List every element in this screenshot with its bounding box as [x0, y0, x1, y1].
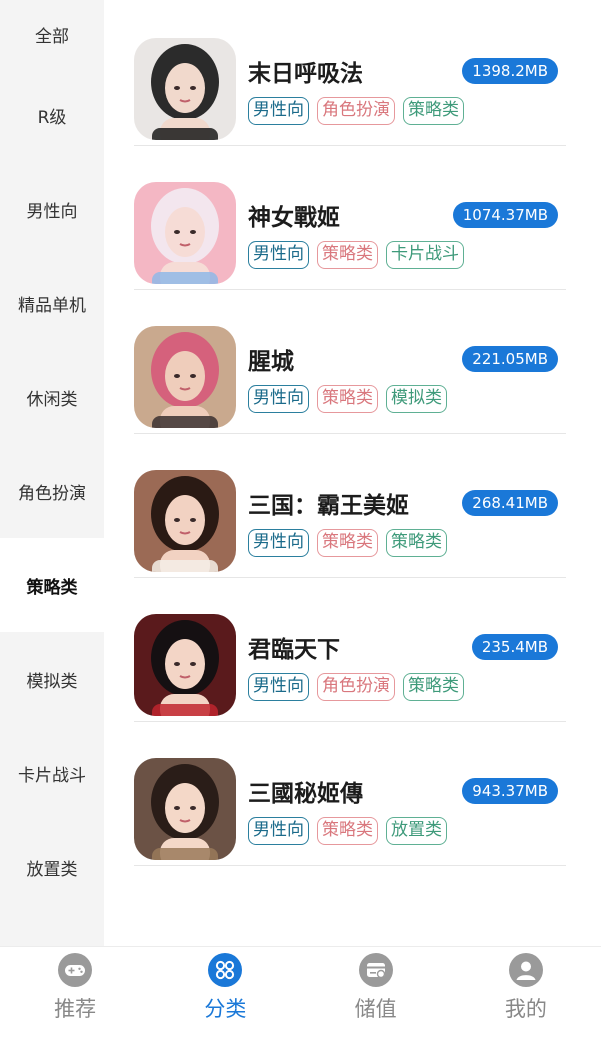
sidebar-item-simulation[interactable]: 模拟类	[0, 632, 104, 726]
file-size-badge: 235.4MB	[471, 634, 558, 660]
tab-category[interactable]: 分类	[150, 947, 300, 1046]
sidebar-item-label: 模拟类	[26, 671, 78, 692]
file-size-badge: 1074.37MB	[452, 202, 558, 228]
game-title[interactable]: 腥城	[248, 342, 294, 376]
genre-tag: 模拟类	[386, 385, 447, 413]
sidebar-item-idle[interactable]: 放置类	[0, 820, 104, 914]
game-list-item[interactable]: 三國秘姬傳 943.37MB 男性向 策略类 放置类	[134, 722, 566, 866]
genre-tag: 角色扮演	[317, 673, 395, 701]
sidebar-item-all[interactable]: 全部	[0, 0, 104, 68]
tag-list: 男性向 角色扮演 策略类	[248, 97, 464, 125]
gamepad-icon	[58, 953, 93, 987]
genre-tag: 男性向	[248, 241, 309, 269]
sidebar-item-label: 休闲类	[26, 389, 78, 410]
sidebar-item-male-oriented[interactable]: 男性向	[0, 162, 104, 256]
genre-tag: 策略类	[403, 673, 464, 701]
tab-label: 分类	[204, 997, 247, 1021]
genre-tag: 角色扮演	[317, 97, 395, 125]
sidebar-item-label: 策略类	[26, 577, 78, 598]
game-list-item[interactable]: 三国：霸王美姬 268.41MB 男性向 策略类 策略类	[134, 434, 566, 578]
wallet-icon	[358, 953, 393, 987]
genre-tag: 放置类	[386, 817, 447, 845]
game-title[interactable]: 三国：霸王美姬	[248, 486, 409, 520]
sidebar-item-label: 角色扮演	[18, 483, 86, 504]
profile-icon	[508, 953, 543, 987]
tag-list: 男性向 策略类 模拟类	[248, 385, 447, 413]
sidebar-item-label: 放置类	[26, 859, 78, 880]
sidebar-item-label: 卡片战斗	[18, 765, 86, 786]
tag-list: 男性向 策略类 卡片战斗	[248, 241, 464, 269]
tag-list: 男性向 策略类 放置类	[248, 817, 447, 845]
game-title[interactable]: 神女戰姬	[248, 198, 340, 232]
sidebar-item-label: 全部	[35, 27, 69, 47]
genre-tag: 男性向	[248, 529, 309, 557]
genre-tag: 男性向	[248, 385, 309, 413]
tab-topup[interactable]: 储值	[301, 947, 451, 1046]
tab-label: 推荐	[54, 997, 97, 1021]
tab-profile[interactable]: 我的	[451, 947, 601, 1046]
sidebar-item-card-battle[interactable]: 卡片战斗	[0, 726, 104, 820]
category-sidebar: 全部 R级 男性向 精品单机 休闲类 角色扮演 策略类 模拟类 卡片战斗 放置类	[0, 0, 104, 946]
genre-tag: 男性向	[248, 817, 309, 845]
game-thumbnail[interactable]	[134, 470, 236, 572]
file-size-badge: 268.41MB	[462, 490, 558, 516]
game-title[interactable]: 三國秘姬傳	[248, 774, 363, 808]
sidebar-item-premium-single[interactable]: 精品单机	[0, 256, 104, 350]
file-size-badge: 943.37MB	[462, 778, 558, 804]
sidebar-item-roleplay[interactable]: 角色扮演	[0, 444, 104, 538]
sidebar-item-label: 精品单机	[18, 295, 86, 316]
sidebar-item-r-rated[interactable]: R级	[0, 68, 104, 162]
game-thumbnail[interactable]	[134, 38, 236, 140]
tab-label: 我的	[504, 997, 547, 1021]
game-thumbnail[interactable]	[134, 326, 236, 428]
game-title[interactable]: 君臨天下	[248, 630, 340, 664]
genre-tag: 策略类	[386, 529, 447, 557]
game-thumbnail[interactable]	[134, 758, 236, 860]
bottom-tab-bar: 推荐 分类 储值 我的	[0, 946, 601, 1046]
game-list-item[interactable]: 神女戰姬 1074.37MB 男性向 策略类 卡片战斗	[134, 146, 566, 290]
genre-tag: 策略类	[403, 97, 464, 125]
file-size-badge: 221.05MB	[462, 346, 558, 372]
genre-tag: 策略类	[317, 529, 378, 557]
sidebar-item-label: 男性向	[26, 201, 78, 222]
genre-tag: 策略类	[317, 817, 378, 845]
sidebar-item-label: R级	[37, 107, 67, 128]
tag-list: 男性向 策略类 策略类	[248, 529, 447, 557]
game-list-item[interactable]: 腥城 221.05MB 男性向 策略类 模拟类	[134, 290, 566, 434]
genre-tag: 策略类	[317, 385, 378, 413]
genre-tag: 策略类	[317, 241, 378, 269]
genre-tag: 男性向	[248, 97, 309, 125]
tab-recommend[interactable]: 推荐	[0, 947, 150, 1046]
sidebar-item-strategy[interactable]: 策略类	[0, 538, 104, 632]
game-title[interactable]: 末日呼吸法	[248, 54, 363, 88]
sidebar-item-casual[interactable]: 休闲类	[0, 350, 104, 444]
game-thumbnail[interactable]	[134, 182, 236, 284]
genre-tag: 卡片战斗	[386, 241, 464, 269]
game-list-item[interactable]: 君臨天下 235.4MB 男性向 角色扮演 策略类	[134, 578, 566, 722]
file-size-badge: 1398.2MB	[462, 58, 558, 84]
tag-list: 男性向 角色扮演 策略类	[248, 673, 464, 701]
tab-label: 储值	[354, 997, 397, 1021]
category-icon	[208, 953, 243, 987]
genre-tag: 男性向	[248, 673, 309, 701]
game-thumbnail[interactable]	[134, 614, 236, 716]
game-list: 末日呼吸法 1398.2MB 男性向 角色扮演 策略类 神女戰姬 1074.37MB 男性向策…	[104, 0, 601, 946]
game-list-item[interactable]: 末日呼吸法 1398.2MB 男性向 角色扮演 策略类	[134, 2, 566, 146]
